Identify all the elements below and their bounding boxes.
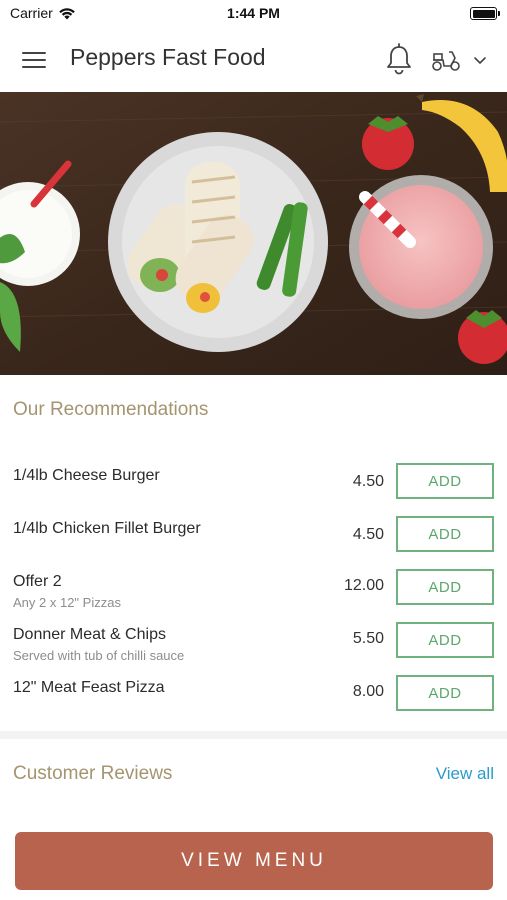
add-button[interactable]: ADD (396, 463, 494, 499)
view-all-reviews-link[interactable]: View all (436, 764, 494, 784)
battery-icon (470, 7, 500, 20)
scooter-delivery-icon[interactable] (430, 46, 462, 74)
item-name: 12" Meat Feast Pizza (13, 679, 165, 696)
bell-icon[interactable] (384, 42, 414, 76)
item-price: 12.00 (343, 577, 384, 594)
item-description: Any 2 x 12" Pizzas (13, 595, 121, 610)
chevron-down-icon[interactable] (472, 52, 488, 68)
menu-item: 1/4lb Cheese Burger 4.50 ADD (0, 463, 507, 515)
item-name: 1/4lb Chicken Fillet Burger (13, 520, 201, 537)
section-divider (0, 731, 507, 739)
restaurant-title: Peppers Fast Food (70, 44, 266, 70)
item-name: Donner Meat & Chips (13, 626, 166, 643)
add-button[interactable]: ADD (396, 622, 494, 658)
add-button[interactable]: ADD (396, 675, 494, 711)
menu-item: 12" Meat Feast Pizza 8.00 ADD (0, 675, 507, 727)
item-price: 4.50 (352, 526, 384, 543)
view-menu-button[interactable]: VIEW MENU (15, 832, 493, 890)
hero-food-image (0, 92, 507, 375)
item-name: Offer 2 (13, 573, 62, 590)
item-price: 4.50 (352, 473, 384, 490)
status-bar: Carrier 1:44 PM (0, 0, 507, 28)
recommendations-heading: Our Recommendations (13, 399, 209, 420)
status-time: 1:44 PM (227, 5, 280, 21)
app-header: Peppers Fast Food (0, 28, 507, 92)
add-button[interactable]: ADD (396, 569, 494, 605)
hamburger-menu-icon[interactable] (22, 49, 48, 71)
reviews-heading: Customer Reviews (13, 763, 173, 784)
menu-item: Offer 2 Any 2 x 12" Pizzas 12.00 ADD (0, 569, 507, 621)
item-price: 8.00 (352, 683, 384, 700)
menu-item: 1/4lb Chicken Fillet Burger 4.50 ADD (0, 516, 507, 568)
item-name: 1/4lb Cheese Burger (13, 467, 160, 484)
menu-item: Donner Meat & Chips Served with tub of c… (0, 622, 507, 674)
item-price: 5.50 (352, 630, 384, 647)
item-description: Served with tub of chilli sauce (13, 648, 185, 663)
add-button[interactable]: ADD (396, 516, 494, 552)
